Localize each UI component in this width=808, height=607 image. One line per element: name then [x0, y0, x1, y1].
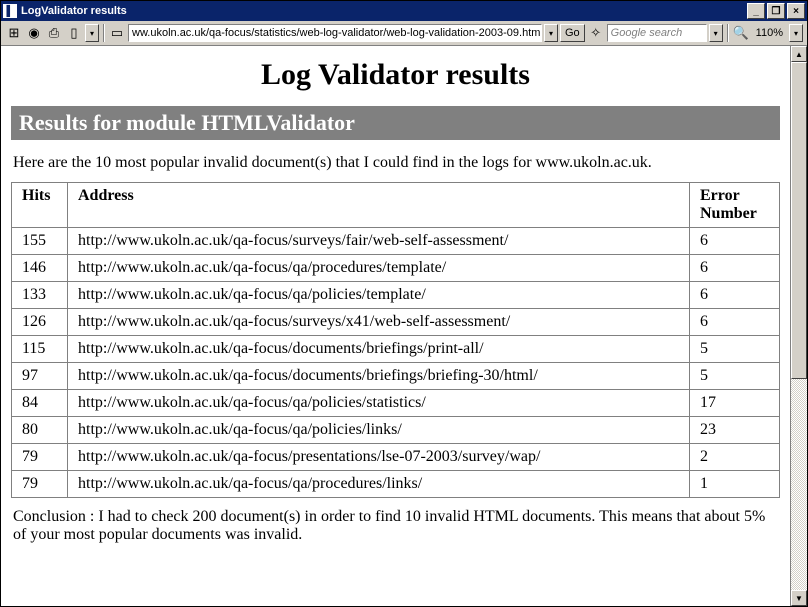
cell-hits: 79 — [12, 444, 68, 471]
toolbar-dropdown[interactable]: ▾ — [85, 24, 99, 42]
url-dropdown[interactable]: ▾ — [544, 24, 558, 42]
cell-errors: 6 — [690, 255, 780, 282]
content-wrap: Log Validator results Results for module… — [1, 46, 807, 606]
cell-hits: 155 — [12, 228, 68, 255]
document-icon[interactable]: ▯ — [65, 24, 83, 42]
search-engine-icon[interactable]: ✧ — [587, 24, 605, 42]
page-content: Log Validator results Results for module… — [1, 46, 790, 606]
cell-address: http://www.ukoln.ac.uk/qa-focus/presenta… — [68, 444, 690, 471]
cell-hits: 84 — [12, 390, 68, 417]
print-icon[interactable]: ⎙ — [45, 24, 63, 42]
minimize-button[interactable]: _ — [747, 3, 765, 19]
cell-errors: 1 — [690, 471, 780, 498]
cell-errors: 5 — [690, 363, 780, 390]
url-text: ww.ukoln.ac.uk/qa-focus/statistics/web-l… — [132, 27, 542, 39]
search-dropdown[interactable]: ▾ — [709, 24, 723, 42]
section-header: Results for module HTMLValidator — [11, 106, 780, 140]
toolbar-separator — [103, 24, 104, 42]
go-label: Go — [565, 27, 580, 39]
app-icon: ▌ — [3, 4, 17, 18]
table-row: 97http://www.ukoln.ac.uk/qa-focus/docume… — [12, 363, 780, 390]
cell-hits: 80 — [12, 417, 68, 444]
page-icon: ▭ — [108, 24, 126, 42]
toolbar: ⊞ ◉ ⎙ ▯ ▾ ▭ ww.ukoln.ac.uk/qa-focus/stat… — [1, 21, 807, 46]
cell-hits: 133 — [12, 282, 68, 309]
scroll-down-button[interactable]: ▼ — [791, 590, 807, 606]
cell-errors: 6 — [690, 309, 780, 336]
table-row: 155http://www.ukoln.ac.uk/qa-focus/surve… — [12, 228, 780, 255]
cell-address: http://www.ukoln.ac.uk/qa-focus/surveys/… — [68, 228, 690, 255]
cell-address: http://www.ukoln.ac.uk/qa-focus/qa/proce… — [68, 471, 690, 498]
cell-address: http://www.ukoln.ac.uk/qa-focus/qa/proce… — [68, 255, 690, 282]
cell-hits: 146 — [12, 255, 68, 282]
cell-address: http://www.ukoln.ac.uk/qa-focus/document… — [68, 363, 690, 390]
cell-errors: 17 — [690, 390, 780, 417]
cell-address: http://www.ukoln.ac.uk/qa-focus/surveys/… — [68, 309, 690, 336]
cell-address: http://www.ukoln.ac.uk/qa-focus/document… — [68, 336, 690, 363]
intro-text: Here are the 10 most popular invalid doc… — [13, 154, 778, 172]
url-input[interactable]: ww.ukoln.ac.uk/qa-focus/statistics/web-l… — [128, 24, 542, 42]
table-row: 79http://www.ukoln.ac.uk/qa-focus/presen… — [12, 444, 780, 471]
cell-address: http://www.ukoln.ac.uk/qa-focus/qa/polic… — [68, 417, 690, 444]
window-controls: _ ❐ × — [747, 3, 805, 19]
cell-errors: 5 — [690, 336, 780, 363]
table-row: 133http://www.ukoln.ac.uk/qa-focus/qa/po… — [12, 282, 780, 309]
table-header-row: Hits Address Error Number — [12, 183, 780, 228]
table-row: 84http://www.ukoln.ac.uk/qa-focus/qa/pol… — [12, 390, 780, 417]
cell-errors: 2 — [690, 444, 780, 471]
cell-address: http://www.ukoln.ac.uk/qa-focus/qa/polic… — [68, 390, 690, 417]
col-hits: Hits — [12, 183, 68, 228]
page-title: Log Validator results — [11, 58, 780, 92]
close-button[interactable]: × — [787, 3, 805, 19]
col-errors: Error Number — [690, 183, 780, 228]
go-button[interactable]: Go — [560, 24, 585, 42]
zoom-dropdown[interactable]: ▾ — [789, 24, 803, 42]
table-row: 80http://www.ukoln.ac.uk/qa-focus/qa/pol… — [12, 417, 780, 444]
scroll-track[interactable] — [791, 62, 807, 590]
cell-hits: 79 — [12, 471, 68, 498]
cell-errors: 23 — [690, 417, 780, 444]
window-title: LogValidator results — [21, 5, 747, 17]
conclusion-text: Conclusion : I had to check 200 document… — [13, 508, 778, 544]
zoom-icon[interactable]: 🔍 — [732, 24, 750, 42]
scroll-up-button[interactable]: ▲ — [791, 46, 807, 62]
search-placeholder: Google search — [611, 27, 683, 39]
col-address: Address — [68, 183, 690, 228]
titlebar: ▌ LogValidator results _ ❐ × — [1, 1, 807, 21]
table-row: 126http://www.ukoln.ac.uk/qa-focus/surve… — [12, 309, 780, 336]
results-table: Hits Address Error Number 155http://www.… — [11, 182, 780, 498]
cell-hits: 97 — [12, 363, 68, 390]
restore-button[interactable]: ❐ — [767, 3, 785, 19]
camera-icon[interactable]: ◉ — [25, 24, 43, 42]
scroll-thumb[interactable] — [791, 62, 807, 379]
cell-hits: 126 — [12, 309, 68, 336]
vertical-scrollbar[interactable]: ▲ ▼ — [790, 46, 807, 606]
zoom-level: 110% — [752, 27, 787, 39]
cell-address: http://www.ukoln.ac.uk/qa-focus/qa/polic… — [68, 282, 690, 309]
table-row: 79http://www.ukoln.ac.uk/qa-focus/qa/pro… — [12, 471, 780, 498]
table-row: 115http://www.ukoln.ac.uk/qa-focus/docum… — [12, 336, 780, 363]
app-window: ▌ LogValidator results _ ❐ × ⊞ ◉ ⎙ ▯ ▾ ▭… — [0, 0, 808, 607]
cell-hits: 115 — [12, 336, 68, 363]
new-window-icon[interactable]: ⊞ — [5, 24, 23, 42]
cell-errors: 6 — [690, 228, 780, 255]
toolbar-separator — [727, 24, 728, 42]
table-row: 146http://www.ukoln.ac.uk/qa-focus/qa/pr… — [12, 255, 780, 282]
cell-errors: 6 — [690, 282, 780, 309]
search-input[interactable]: Google search — [607, 24, 707, 42]
